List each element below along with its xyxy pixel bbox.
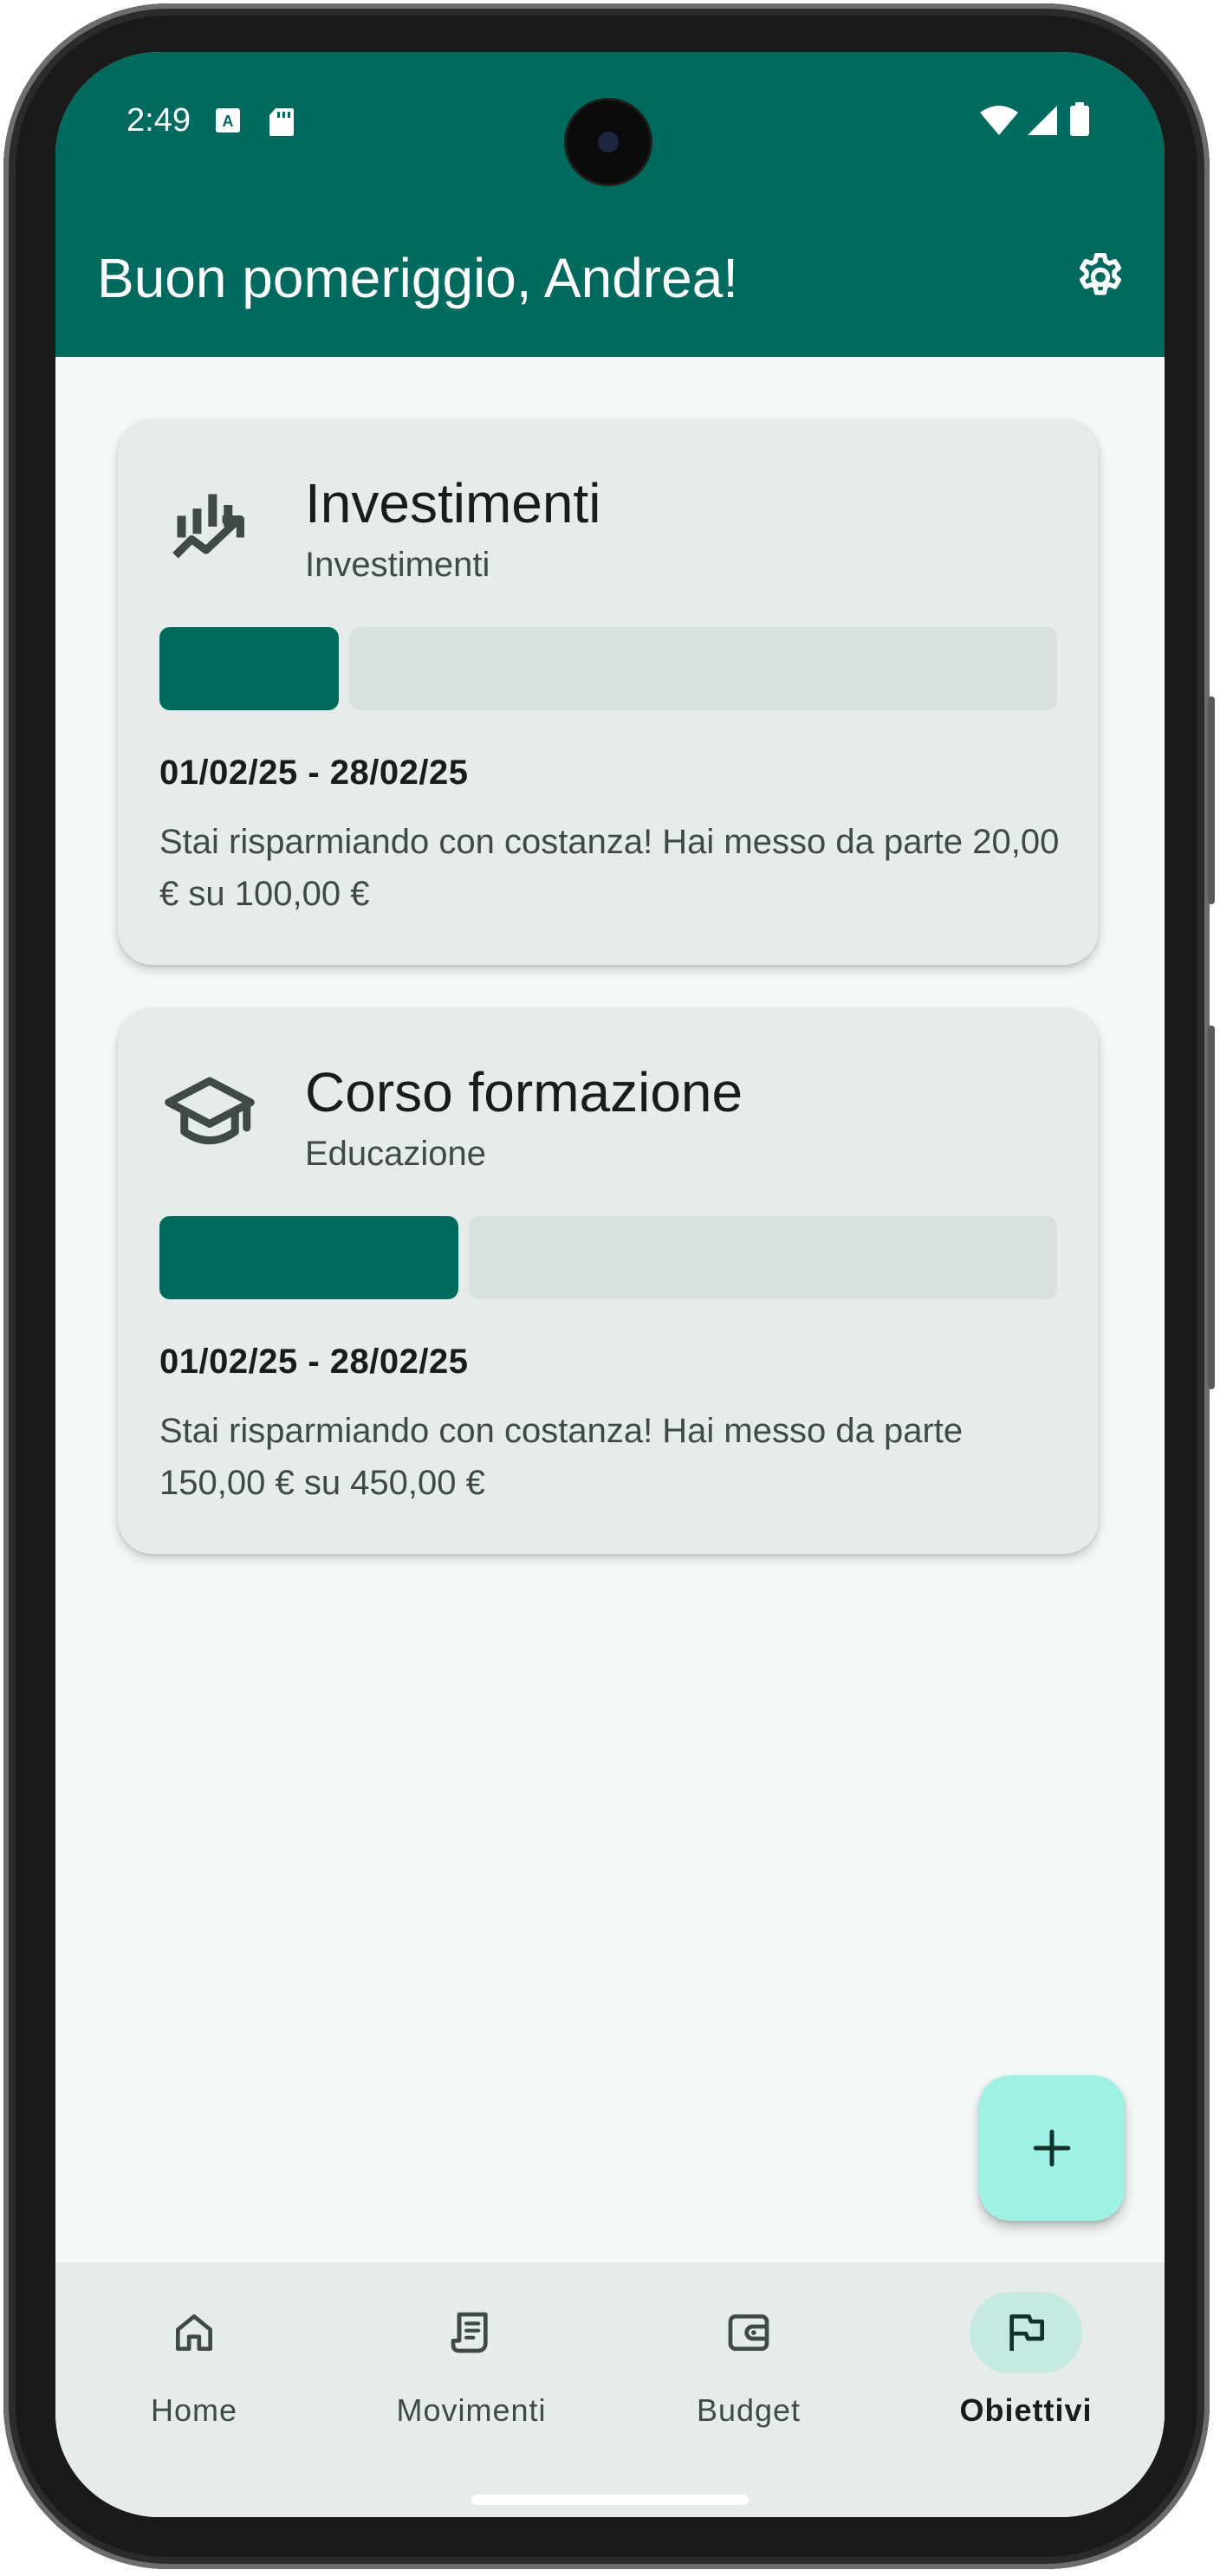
add-goal-button[interactable] [979, 2075, 1125, 2221]
app-screen: 2:49 A Buon pomeriggio, Andrea! Investim… [55, 52, 1165, 2517]
progress-fill [159, 627, 339, 710]
nav-item-home[interactable]: Home [55, 2262, 333, 2470]
nav-label: Obiettivi [959, 2392, 1093, 2428]
goal-message: Stai risparmiando con costanza! Hai mess… [159, 1412, 964, 1502]
svg-text:A: A [223, 113, 234, 130]
goal-category: Investimenti [305, 546, 490, 584]
nav-pill [138, 2292, 250, 2373]
sd-card-icon [269, 107, 295, 141]
battery-icon [1069, 102, 1090, 141]
graduation-cap-icon [163, 1065, 256, 1159]
bottom-navigation: Home Movimenti Budget Obiettivi [55, 2262, 1165, 2517]
flag-icon [1009, 2314, 1044, 2351]
progress-track [349, 627, 1057, 710]
home-icon [176, 2314, 213, 2351]
front-camera [567, 100, 650, 184]
nav-item-obiettivi[interactable]: Obiettivi [887, 2262, 1165, 2470]
nav-item-budget[interactable]: Budget [610, 2262, 887, 2470]
goal-title: Corso formazione [305, 1061, 743, 1123]
nav-pill [415, 2292, 528, 2373]
goal-date-range: 01/02/25 - 28/02/25 [159, 754, 469, 792]
progress-fill [159, 1216, 458, 1299]
nav-pill-active [970, 2292, 1082, 2373]
goal-message: Stai risparmiando con costanza! Hai mess… [159, 823, 1060, 913]
plus-icon [1033, 2129, 1071, 2167]
progress-track [469, 1216, 1057, 1299]
nav-pill [692, 2292, 805, 2373]
volume-button [1208, 1026, 1215, 1389]
goal-date-range: 01/02/25 - 28/02/25 [159, 1343, 469, 1381]
investment-chart-icon [163, 480, 256, 573]
gear-icon [1080, 253, 1121, 295]
phone-frame: 2:49 A Buon pomeriggio, Andrea! Investim… [3, 3, 1215, 2569]
settings-button[interactable] [1069, 246, 1132, 308]
nav-item-movimenti[interactable]: Movimenti [333, 2262, 610, 2470]
goal-card[interactable]: Investimenti Investimenti 01/02/25 - 28/… [118, 419, 1099, 965]
wifi-icon [979, 106, 1019, 141]
receipt-icon [451, 2312, 488, 2353]
top-app-bar: 2:49 A Buon pomeriggio, Andrea! [55, 52, 1165, 357]
power-button [1208, 696, 1215, 904]
keyboard-notification-icon: A [215, 107, 241, 138]
gesture-home-indicator[interactable] [471, 2495, 749, 2505]
goal-title: Investimenti [305, 472, 601, 534]
nav-label: Budget [696, 2392, 801, 2428]
goal-category: Educazione [305, 1135, 487, 1173]
nav-label: Movimenti [396, 2392, 547, 2428]
wallet-icon [728, 2314, 769, 2351]
nav-label: Home [150, 2392, 238, 2428]
greeting-title: Buon pomeriggio, Andrea! [97, 247, 739, 309]
signal-icon [1026, 104, 1059, 141]
status-time: 2:49 [127, 102, 191, 139]
goal-card[interactable]: Corso formazione Educazione 01/02/25 - 2… [118, 1008, 1099, 1554]
